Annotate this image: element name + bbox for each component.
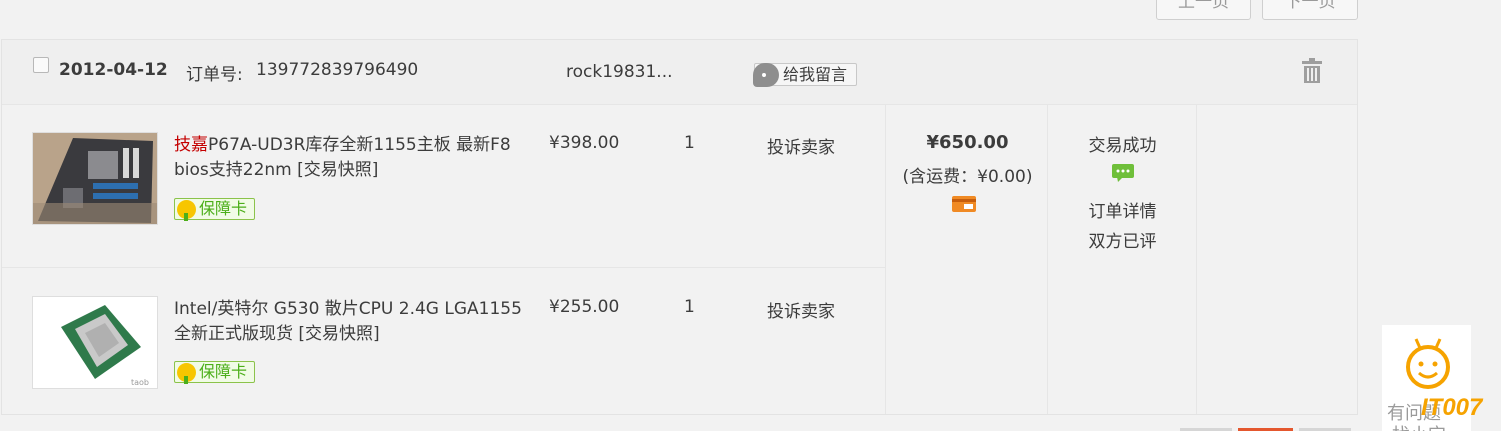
guarantee-card-label: 保障卡	[199, 199, 248, 218]
order-card: 2012-04-12 订单号: 139772839796490 rock1983…	[1, 39, 1358, 415]
leave-message-label: 给我留言	[783, 65, 848, 84]
flower-icon	[177, 363, 196, 384]
item-quantity: 1	[684, 133, 695, 153]
order-total: ¥650.00	[926, 132, 1009, 153]
prev-page-button[interactable]: 上一页	[1156, 0, 1251, 20]
complain-seller-link[interactable]: 投诉卖家	[767, 133, 835, 158]
chat-icon[interactable]	[1112, 164, 1134, 182]
trade-status: 交易成功	[1088, 136, 1157, 156]
help-text-2: 找小宝	[1392, 421, 1446, 431]
order-status-column: 交易成功 订单详情 双方已评	[1048, 105, 1197, 414]
product-image-cpu[interactable]: taob	[32, 296, 158, 389]
rating-status: 双方已评	[1088, 232, 1157, 252]
order-item: taob Intel/英特尔 G530 散片CPU 2.4G LGA1155 全…	[2, 268, 885, 414]
product-brand: 技嘉	[174, 135, 208, 155]
order-date: 2012-04-12	[59, 60, 168, 80]
it007-logo: IT007	[1421, 394, 1483, 421]
guarantee-card-badge[interactable]: 保障卡	[174, 198, 255, 221]
product-title-text: P67A-UD3R库存全新1155主板 最新F8 bios支持22nm [交易快…	[174, 135, 511, 180]
trash-icon[interactable]	[1299, 58, 1325, 84]
order-select-checkbox[interactable]	[33, 57, 49, 73]
product-title[interactable]: Intel/英特尔 G530 散片CPU 2.4G LGA1155 全新正式版现…	[174, 297, 524, 347]
product-title-text: Intel/英特尔 G530 散片CPU 2.4G LGA1155 全新正式版现…	[174, 299, 522, 344]
order-items: 技嘉P67A-UD3R库存全新1155主板 最新F8 bios支持22nm [交…	[2, 105, 885, 414]
next-page-button[interactable]: 下一页	[1262, 0, 1358, 20]
complain-seller-link[interactable]: 投诉卖家	[767, 297, 835, 322]
order-number-label: 订单号:	[186, 65, 243, 85]
credit-card-icon[interactable]	[951, 194, 977, 214]
mascot-icon	[1406, 338, 1450, 389]
order-list-page: 上一页 下一页 2012-04-12 订单号: 139772839796490 …	[0, 0, 1501, 431]
guarantee-card-label: 保障卡	[199, 362, 248, 381]
svg-text:taob: taob	[131, 378, 149, 387]
product-image-motherboard[interactable]	[32, 132, 158, 225]
flower-icon	[177, 200, 196, 221]
shipping-fee: (含运费：¥0.00)	[902, 167, 1033, 187]
guarantee-card-badge[interactable]: 保障卡	[174, 361, 255, 384]
message-bubble-icon	[753, 63, 779, 87]
order-detail-link[interactable]: 订单详情	[1048, 197, 1197, 222]
item-quantity: 1	[684, 297, 695, 317]
order-number: 139772839796490	[256, 60, 419, 80]
product-title[interactable]: 技嘉P67A-UD3R库存全新1155主板 最新F8 bios支持22nm [交…	[174, 133, 524, 183]
order-total-column: ¥650.00 (含运费：¥0.00)	[885, 105, 1048, 414]
item-price: ¥255.00	[549, 297, 620, 317]
leave-message-button[interactable]: 给我留言	[753, 63, 857, 87]
order-item: 技嘉P67A-UD3R库存全新1155主板 最新F8 bios支持22nm [交…	[2, 105, 885, 268]
order-header: 2012-04-12 订单号: 139772839796490 rock1983…	[2, 40, 1357, 105]
item-price: ¥398.00	[549, 133, 620, 153]
seller-name[interactable]: rock19831...	[566, 62, 673, 82]
